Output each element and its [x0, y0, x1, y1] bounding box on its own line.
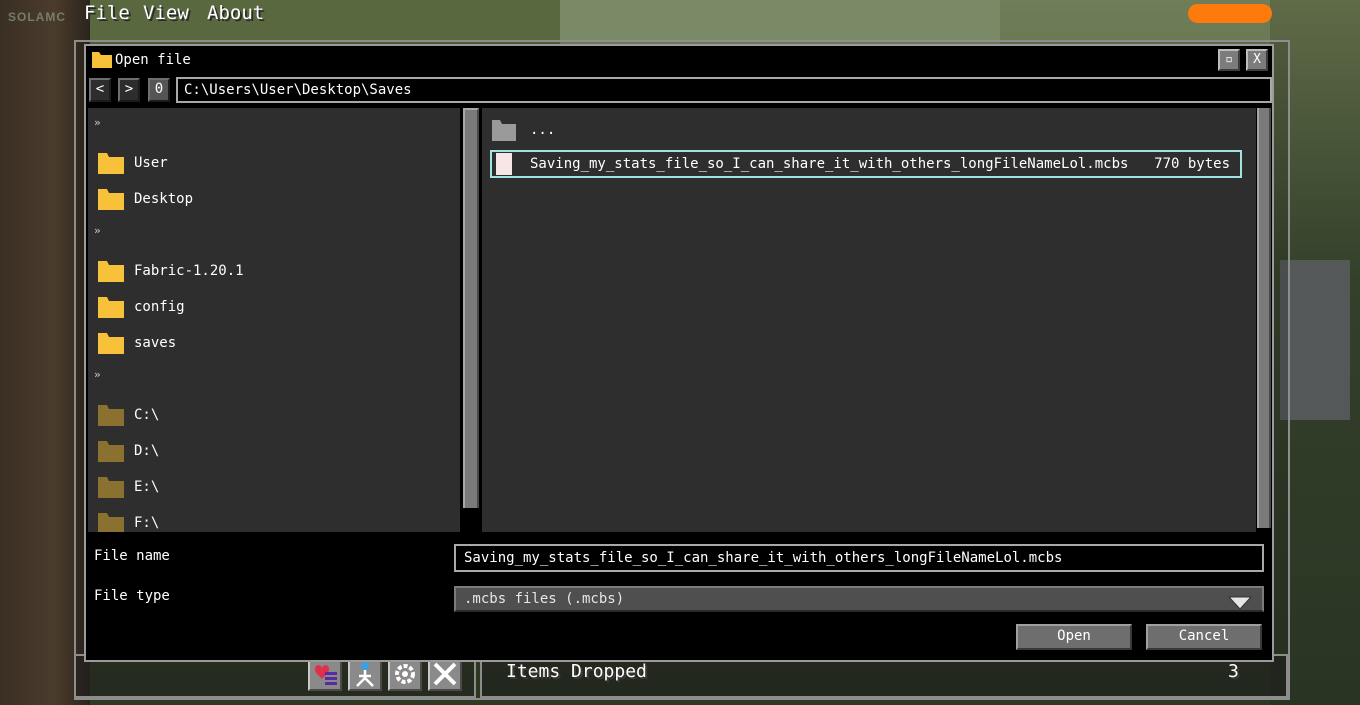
- cancel-button[interactable]: Cancel: [1146, 624, 1262, 650]
- maximize-button[interactable]: ▫: [1218, 49, 1240, 71]
- edit-path-button[interactable]: 0: [148, 78, 170, 102]
- chevron-down-icon: [1228, 596, 1252, 610]
- parent-folder-icon: [492, 120, 516, 141]
- sidebar-item-drive-c[interactable]: C:\: [98, 400, 159, 430]
- sidebar-item-label: F:\: [134, 515, 160, 531]
- folder-icon: [92, 52, 112, 68]
- sidebar-item-desktop[interactable]: Desktop: [98, 184, 193, 214]
- heart-list-icon[interactable]: [308, 657, 342, 691]
- forward-button[interactable]: >: [118, 78, 140, 102]
- file-type-dropdown[interactable]: .mcbs files (.mcbs): [454, 586, 1264, 612]
- folder-icon: [98, 261, 124, 282]
- sidebar-item-label: saves: [134, 335, 177, 351]
- open-file-dialog: Open file ▫ X < > 0 C:\Users\User\Deskto…: [84, 44, 1274, 662]
- path-input[interactable]: C:\Users\User\Desktop\Saves: [176, 77, 1272, 103]
- gear-icon[interactable]: [388, 657, 422, 691]
- file-name-label: File name: [94, 548, 170, 564]
- sidebar-item-drive-d[interactable]: D:\: [98, 436, 159, 466]
- list-item-selected-file[interactable]: Saving_my_stats_file_so_I_can_share_it_w…: [490, 150, 1242, 178]
- file-list-scrollbar[interactable]: [1256, 108, 1272, 532]
- player-pin-icon[interactable]: [348, 657, 382, 691]
- list-item-parent[interactable]: ...: [492, 116, 555, 144]
- status-pill[interactable]: [1188, 4, 1272, 23]
- stat-value: 3: [1228, 661, 1239, 682]
- sidebar-item-label: Fabric-1.20.1: [134, 263, 244, 279]
- file-list: ... Saving_my_stats_file_so_I_can_share_…: [482, 108, 1256, 532]
- drive-folder-icon: [98, 477, 124, 498]
- file-name-input[interactable]: Saving_my_stats_file_so_I_can_share_it_w…: [454, 544, 1264, 572]
- sidebar-item-label: D:\: [134, 443, 160, 459]
- menu-view[interactable]: View: [143, 2, 189, 24]
- folder-icon: [98, 189, 124, 210]
- file-name: Saving_my_stats_file_so_I_can_share_it_w…: [530, 156, 1129, 172]
- sidebar-item-saves[interactable]: saves: [98, 328, 176, 358]
- folder-icon: [98, 333, 124, 354]
- sidebar-item-config[interactable]: config: [98, 292, 185, 322]
- sidebar-item-label: User: [134, 155, 168, 171]
- drive-folder-icon: [98, 405, 124, 426]
- dialog-title: Open file: [115, 52, 191, 68]
- places-sidebar: » User Desktop » Fabric-1.20.1 config sa…: [88, 108, 460, 532]
- sidebar-scrollbar[interactable]: [460, 108, 482, 532]
- file-type-value: .mcbs files (.mcbs): [464, 591, 625, 607]
- menu-bar: SOLAMC File View About: [0, 0, 1360, 28]
- section-separator: »: [94, 224, 101, 237]
- back-button[interactable]: <: [89, 78, 111, 102]
- stat-label: Items Dropped: [506, 661, 647, 682]
- file-icon: [496, 153, 512, 175]
- app-brand: SOLAMC: [8, 10, 66, 24]
- dialog-titlebar[interactable]: Open file ▫ X: [86, 46, 1272, 74]
- drive-folder-icon: [98, 441, 124, 462]
- section-separator: »: [94, 368, 101, 381]
- sidebar-item-label: Desktop: [134, 191, 194, 207]
- sidebar-item-drive-f[interactable]: F:\: [98, 508, 159, 532]
- sidebar-item-label: E:\: [134, 479, 160, 495]
- folder-icon: [98, 297, 124, 318]
- section-separator: »: [94, 116, 101, 129]
- file-type-label: File type: [94, 588, 170, 604]
- file-size: 770 bytes: [1154, 156, 1230, 172]
- sidebar-item-fabric[interactable]: Fabric-1.20.1: [98, 256, 244, 286]
- open-button[interactable]: Open: [1016, 624, 1132, 650]
- drive-folder-icon: [98, 513, 124, 532]
- folder-icon: [98, 153, 124, 174]
- sidebar-item-label: config: [134, 299, 185, 315]
- path-navigation: < > 0 C:\Users\User\Desktop\Saves: [86, 76, 1272, 104]
- file-name: ...: [530, 122, 556, 138]
- sidebar-item-drive-e[interactable]: E:\: [98, 472, 159, 502]
- menu-about[interactable]: About: [207, 2, 264, 24]
- scrollbar-thumb[interactable]: [1257, 108, 1271, 528]
- menu-file[interactable]: File: [84, 2, 130, 24]
- close-button[interactable]: X: [1246, 49, 1268, 71]
- crossed-tools-icon[interactable]: [428, 657, 462, 691]
- sidebar-item-user[interactable]: User: [98, 148, 168, 178]
- scrollbar-thumb[interactable]: [463, 108, 479, 508]
- sidebar-item-label: C:\: [134, 407, 160, 423]
